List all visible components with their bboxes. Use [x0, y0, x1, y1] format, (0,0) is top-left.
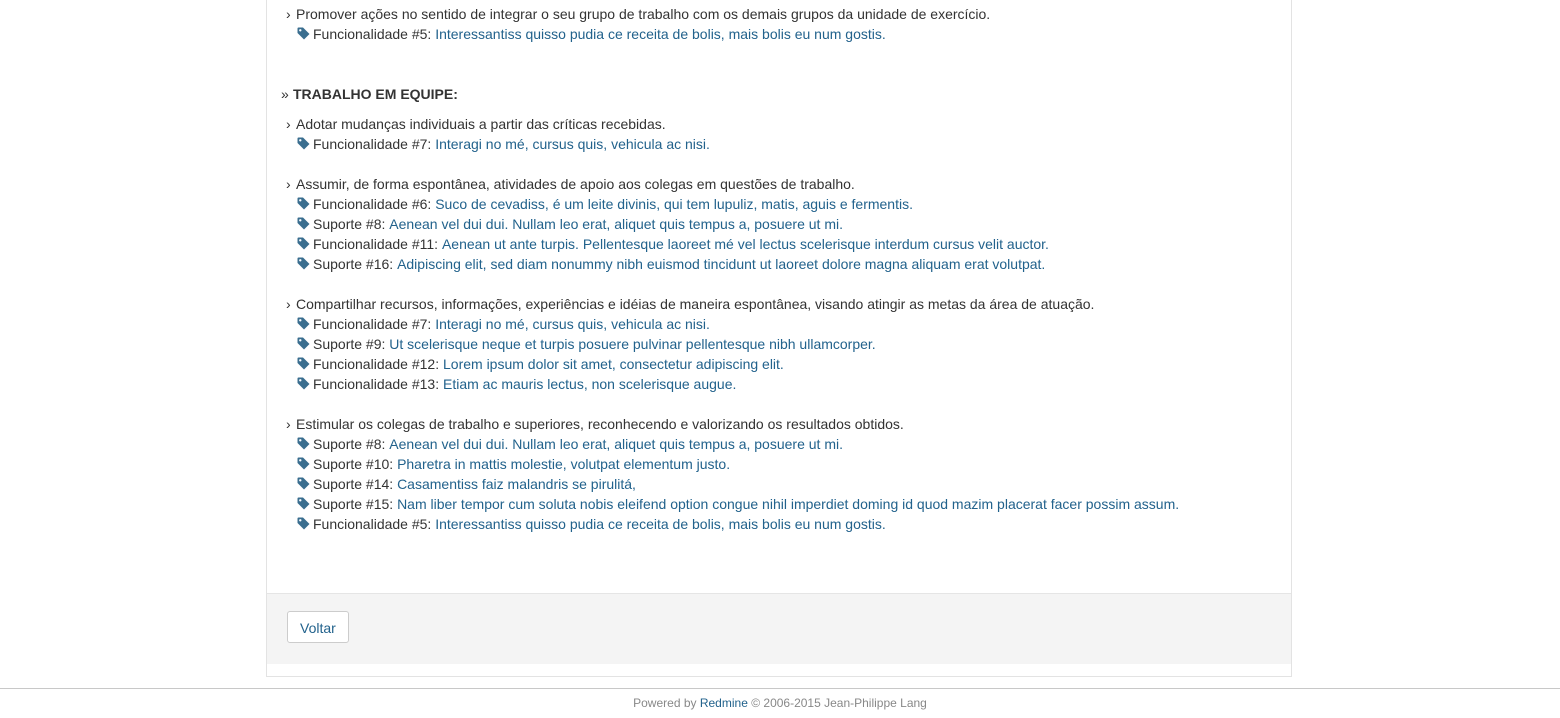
reference-item: Funcionalidade #12: Lorem ipsum dolor si…	[281, 354, 1281, 374]
reference-link[interactable]: Pharetra in mattis molestie, volutpat el…	[397, 456, 730, 472]
reference-item: Funcionalidade #13: Etiam ac mauris lect…	[281, 374, 1281, 394]
tag-icon	[297, 25, 310, 45]
reference-link[interactable]: Adipiscing elit, sed diam nonummy nibh e…	[397, 256, 1045, 272]
criterion-text: Promover ações no sentido de integrar o …	[296, 6, 991, 22]
reference-item: Suporte #14: Casamentiss faiz malandris …	[281, 474, 1281, 494]
criteria-list: › Adotar mudanças individuais a partir da…	[281, 114, 1281, 534]
reference-label: Funcionalidade #5:	[313, 516, 432, 532]
reference-link[interactable]: Suco de cevadiss, é um leite divinis, qu…	[435, 196, 913, 212]
reference-item: Suporte #9: Ut scelerisque neque et turp…	[281, 334, 1281, 354]
criterion-item: › Promover ações no sentido de integrar o…	[281, 4, 1281, 24]
reference-item: Funcionalidade #5: Interessantiss quisso…	[281, 24, 1281, 44]
criterion-text: Adotar mudanças individuais a partir das…	[296, 116, 666, 132]
reference-item: Suporte #16: Adipiscing elit, sed diam n…	[281, 254, 1281, 274]
tag-icon	[297, 195, 310, 215]
section-title: TRABALHO EM EQUIPE:	[293, 86, 458, 102]
tag-icon	[297, 495, 310, 515]
reference-link[interactable]: Etiam ac mauris lectus, non scelerisque …	[443, 376, 736, 392]
page-footer: Powered by Redmine © 2006-2015 Jean-Phil…	[0, 688, 1560, 718]
reference-item: Funcionalidade #6: Suco de cevadiss, é u…	[281, 194, 1281, 214]
reference-label: Suporte #16:	[313, 256, 394, 272]
reference-label: Funcionalidade #7:	[313, 316, 432, 332]
reference-link[interactable]: Interessantiss quisso pudia ce receita d…	[435, 516, 886, 532]
tag-icon	[297, 235, 310, 255]
reference-label: Funcionalidade #11:	[313, 236, 439, 252]
reference-label: Suporte #8:	[313, 436, 386, 452]
section-heading: » TRABALHO EM EQUIPE:	[281, 84, 1281, 104]
reference-item: Suporte #8: Aenean vel dui dui. Nullam l…	[281, 434, 1281, 454]
tag-icon	[297, 435, 310, 455]
double-chevron-right-icon: »	[281, 86, 289, 102]
reference-label: Funcionalidade #5:	[313, 26, 432, 42]
reference-label: Suporte #15:	[313, 496, 394, 512]
criterion-item: › Estimular os colegas de trabalho e supe…	[281, 414, 1281, 434]
reference-link[interactable]: Interagi no mé, cursus quis, vehicula ac…	[435, 136, 710, 152]
tag-icon	[297, 255, 310, 275]
chevron-right-icon: ›	[286, 6, 291, 22]
tag-icon	[297, 335, 310, 355]
reference-label: Funcionalidade #12:	[313, 356, 440, 372]
tag-icon	[297, 355, 310, 375]
issue-panel: › Promover ações no sentido de integrar o…	[266, 0, 1292, 677]
back-button[interactable]: Voltar	[287, 611, 349, 643]
reference-label: Suporte #9:	[313, 336, 386, 352]
footer-prefix: Powered by	[633, 696, 697, 710]
tag-icon	[297, 375, 310, 395]
chevron-right-icon: ›	[286, 296, 291, 312]
reference-link[interactable]: Ut scelerisque neque et turpis posuere p…	[389, 336, 875, 352]
criterion-text: Estimular os colegas de trabalho e super…	[296, 416, 904, 432]
reference-link[interactable]: Nam liber tempor cum soluta nobis eleife…	[397, 496, 1179, 512]
reference-label: Suporte #10:	[313, 456, 394, 472]
chevron-right-icon: ›	[286, 116, 291, 132]
redmine-link[interactable]: Redmine	[700, 696, 748, 710]
reference-item: Funcionalidade #5: Interessantiss quisso…	[281, 514, 1281, 534]
reference-link[interactable]: Interagi no mé, cursus quis, vehicula ac…	[435, 316, 710, 332]
criterion-text: Assumir, de forma espontânea, atividades…	[296, 176, 855, 192]
reference-link[interactable]: Aenean vel dui dui. Nullam leo erat, ali…	[389, 436, 843, 452]
reference-link[interactable]: Aenean vel dui dui. Nullam leo erat, ali…	[389, 216, 843, 232]
tag-icon	[297, 215, 310, 235]
content-area: › Promover ações no sentido de integrar o…	[281, 4, 1281, 534]
reference-link[interactable]: Interessantiss quisso pudia ce receita d…	[435, 26, 886, 42]
reference-link[interactable]: Lorem ipsum dolor sit amet, consectetur …	[443, 356, 784, 372]
reference-label: Funcionalidade #6:	[313, 196, 432, 212]
reference-item: Funcionalidade #11: Aenean ut ante turpi…	[281, 234, 1281, 254]
criterion-item: › Assumir, de forma espontânea, atividade…	[281, 174, 1281, 194]
footer-copyright: © 2006-2015 Jean-Philippe Lang	[751, 696, 927, 710]
tag-icon	[297, 135, 310, 155]
reference-item: Funcionalidade #7: Interagi no mé, cursu…	[281, 134, 1281, 154]
actions-bar: Voltar	[267, 593, 1291, 664]
reference-item: Suporte #10: Pharetra in mattis molestie…	[281, 454, 1281, 474]
reference-label: Funcionalidade #13:	[313, 376, 440, 392]
tag-icon	[297, 315, 310, 335]
criterion-item: › Adotar mudanças individuais a partir da…	[281, 114, 1281, 134]
reference-link[interactable]: Aenean ut ante turpis. Pellentesque laor…	[442, 236, 1049, 252]
tag-icon	[297, 515, 310, 535]
chevron-right-icon: ›	[286, 176, 291, 192]
reference-item: Suporte #8: Aenean vel dui dui. Nullam l…	[281, 214, 1281, 234]
chevron-right-icon: ›	[286, 416, 291, 432]
reference-item: Funcionalidade #7: Interagi no mé, cursu…	[281, 314, 1281, 334]
criterion-item: › Compartilhar recursos, informações, exp…	[281, 294, 1281, 314]
reference-item: Suporte #15: Nam liber tempor cum soluta…	[281, 494, 1281, 514]
reference-link[interactable]: Casamentiss faiz malandris se pirulitá,	[397, 476, 636, 492]
reference-label: Suporte #8:	[313, 216, 386, 232]
reference-label: Suporte #14:	[313, 476, 394, 492]
tag-icon	[297, 455, 310, 475]
criterion-text: Compartilhar recursos, informações, expe…	[296, 296, 1095, 312]
reference-label: Funcionalidade #7:	[313, 136, 432, 152]
tag-icon	[297, 475, 310, 495]
